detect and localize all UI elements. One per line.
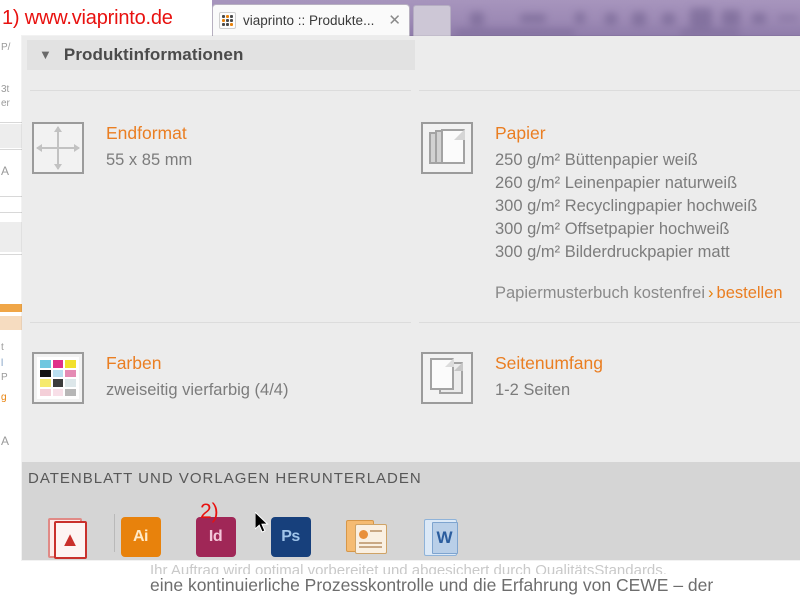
left-column: Endformat 55 x 85 mm Farben zweiseitig v… [22, 70, 411, 462]
photoshop-app-icon: Ps [270, 517, 311, 557]
download-item-indesign[interactable]: Id InDesign [178, 517, 253, 560]
farben-value: zweiseitig vierfarbig (4/4) [106, 381, 289, 399]
endformat-value: 55 x 85 mm [106, 151, 193, 169]
page-title: Produktinformationen [63, 45, 244, 64]
divider-mid-left [30, 322, 411, 323]
papier-option: 260 g/m² Leinenpapier naturweiß [495, 174, 738, 192]
download-section-title: DATENBLATT UND VORLAGEN HERUNTERLADEN [28, 470, 422, 487]
product-item-farben: Farben zweiseitig vierfarbig (4/4) [32, 352, 288, 404]
paper-sample-note-text: Papiermusterbuch kostenfrei [495, 284, 706, 302]
chevron-right-icon: › [708, 284, 714, 302]
color-swatch-grid [37, 357, 79, 399]
indesign-app-icon: Id [195, 517, 236, 557]
download-item-datenblatt[interactable]: ▲ Datenblatt [28, 517, 103, 560]
color-swatches-icon [32, 352, 84, 404]
papier-option: 250 g/m² Büttenpapier weiß [495, 151, 698, 169]
close-icon[interactable]: ✕ [386, 13, 403, 28]
paper-sample-note: Papiermusterbuch kostenfrei › bestellen [495, 284, 783, 303]
format-dimensions-icon [32, 122, 84, 174]
background-text-faded: Ihr Auftrag wird optimal vorbereitet und… [150, 562, 667, 574]
papier-title: Papier [495, 123, 546, 143]
papier-option: 300 g/m² Bilderdruckpapier matt [495, 243, 730, 261]
seitenumfang-title: Seitenumfang [495, 353, 603, 373]
farben-title: Farben [106, 353, 162, 373]
seitenumfang-value: 1-2 Seiten [495, 381, 571, 399]
product-item-papier: Papier 250 g/m² Büttenpapier weiß 260 g/… [421, 122, 783, 303]
papier-option: 300 g/m² Offsetpapier hochweiß [495, 220, 730, 238]
browser-tab[interactable]: viaprinto :: Produkte... ✕ [212, 4, 410, 36]
chevron-down-icon[interactable]: ▼ [39, 48, 52, 61]
annotation-url-label: 1) www.viaprinto.de [0, 0, 212, 36]
pages-count-icon [421, 352, 473, 404]
mouse-cursor-icon [254, 510, 271, 534]
panel-content: Endformat 55 x 85 mm Farben zweiseitig v… [22, 70, 800, 462]
download-item-illustrator[interactable]: Ai Illustrator [103, 517, 178, 560]
download-item-powerpoint[interactable]: Powerpoint [328, 517, 403, 560]
background-text-line: eine kontinuierliche Prozesskontrolle un… [150, 575, 714, 595]
download-section: DATENBLATT UND VORLAGEN HERUNTERLADEN ▲ … [22, 462, 800, 560]
word-app-icon: W [421, 517, 461, 557]
new-tab-button[interactable] [413, 5, 451, 36]
divider-top-right [419, 90, 800, 91]
tab-title: viaprinto :: Produkte... [243, 13, 375, 28]
browser-chrome: 1) www.viaprinto.de viaprinto :: Produkt… [0, 0, 800, 36]
divider-mid-right [419, 322, 800, 323]
divider-top-left [30, 90, 411, 91]
product-item-endformat: Endformat 55 x 85 mm [32, 122, 192, 174]
endformat-title: Endformat [106, 123, 187, 143]
papier-option: 300 g/m² Recyclingpapier hochweiß [495, 197, 758, 215]
download-app-list: ▲ Datenblatt Ai Illustrator Id InDesign [28, 517, 478, 560]
background-page-bottom-text: Ihr Auftrag wird optimal vorbereitet und… [22, 560, 800, 600]
right-column: Papier 250 g/m² Büttenpapier weiß 260 g/… [411, 70, 800, 462]
viaprinto-favicon [219, 12, 236, 29]
order-sample-link[interactable]: bestellen [717, 284, 783, 302]
download-item-word[interactable]: W Word [403, 517, 478, 560]
powerpoint-app-icon [345, 517, 387, 557]
product-information-panel: ▼ Produktinformationen Endformat 55 x 85… [22, 36, 800, 560]
screenshot-root: 1) www.viaprinto.de viaprinto :: Produkt… [0, 0, 800, 600]
background-page-sliver: P/ 3t er A t l P g A [0, 36, 22, 600]
product-item-seitenumfang: Seitenumfang 1-2 Seiten [421, 352, 603, 404]
illustrator-app-icon: Ai [120, 517, 161, 557]
annotation-step-label: 2) [200, 500, 219, 523]
panel-header[interactable]: ▼ Produktinformationen [27, 40, 415, 70]
paper-stack-icon [421, 122, 473, 174]
pdf-file-icon: ▲ [46, 517, 87, 559]
